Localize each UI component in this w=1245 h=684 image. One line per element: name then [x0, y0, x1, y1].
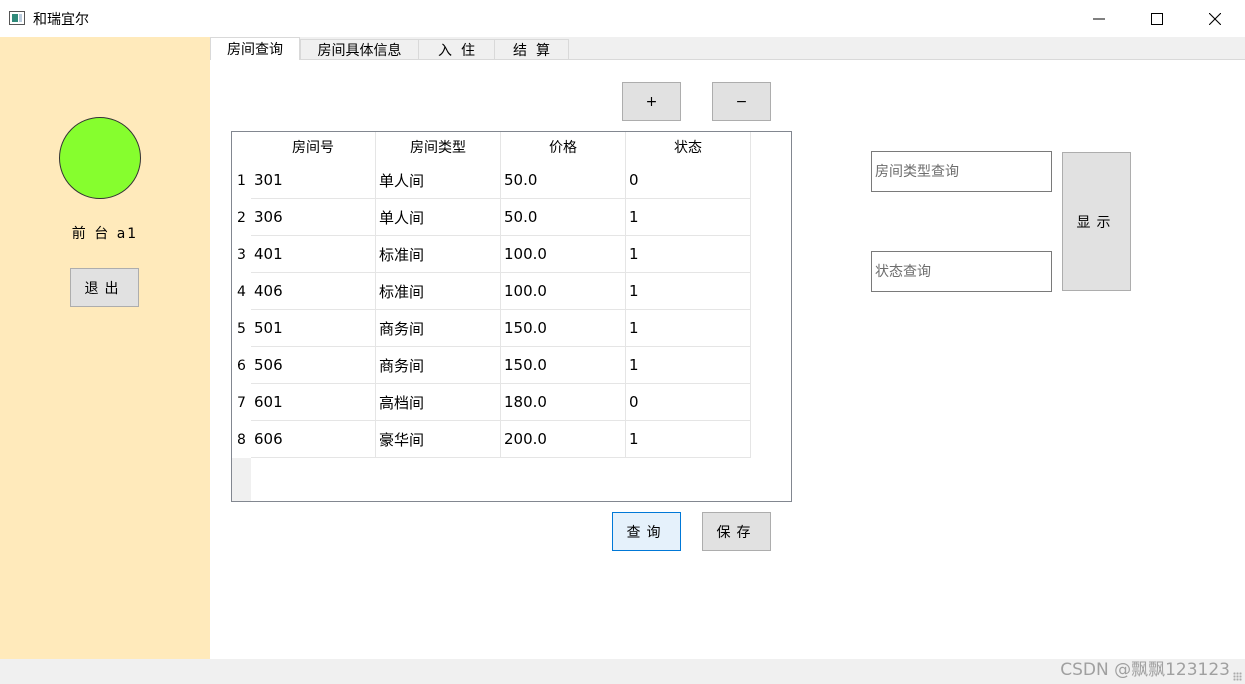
table-cell[interactable]: 商务间 — [376, 347, 501, 384]
table-cell[interactable]: 606 — [251, 421, 376, 458]
user-label: 前 台 a1 — [71, 226, 139, 242]
remove-row-button[interactable]: − — [712, 82, 771, 121]
table-cell[interactable]: 50.0 — [501, 199, 626, 236]
table-cell[interactable]: 标准间 — [376, 236, 501, 273]
tab-room-query[interactable]: 房间查询 — [210, 37, 300, 60]
table-cell[interactable]: 1 — [626, 421, 751, 458]
window-title: 和瑞宜尔 — [33, 12, 89, 28]
row-header[interactable]: 2 — [232, 199, 251, 236]
column-header-price[interactable]: 价格 — [501, 132, 626, 162]
table-cell[interactable]: 301 — [251, 162, 376, 199]
column-header-room-type[interactable]: 房间类型 — [376, 132, 501, 162]
tab-room-details[interactable]: 房间具体信息 — [300, 39, 419, 59]
column-header-status[interactable]: 状态 — [626, 132, 751, 162]
room-table[interactable]: 房间号 房间类型 价格 状态 1 301 单人间 50.0 0 2 306 单人… — [231, 131, 792, 502]
close-icon — [1209, 12, 1221, 25]
table-cell[interactable]: 100.0 — [501, 273, 626, 310]
table-cell[interactable]: 1 — [626, 236, 751, 273]
close-button[interactable] — [1192, 0, 1238, 37]
logout-button[interactable]: 退出 — [70, 268, 139, 307]
row-header[interactable]: 3 — [232, 236, 251, 273]
app-window-icon — [9, 11, 25, 25]
query-button[interactable]: 查询 — [612, 512, 681, 551]
table-cell[interactable]: 1 — [626, 310, 751, 347]
table-cell[interactable]: 0 — [626, 384, 751, 421]
room-type-search-input[interactable] — [871, 151, 1052, 192]
maximize-button[interactable] — [1134, 0, 1180, 37]
table-cell[interactable]: 单人间 — [376, 162, 501, 199]
maximize-icon — [1151, 12, 1163, 25]
row-header[interactable]: 4 — [232, 273, 251, 310]
row-header[interactable]: 5 — [232, 310, 251, 347]
table-cell[interactable]: 豪华间 — [376, 421, 501, 458]
table-cell[interactable]: 180.0 — [501, 384, 626, 421]
row-header[interactable]: 8 — [232, 421, 251, 458]
table-cell[interactable]: 标准间 — [376, 273, 501, 310]
table-corner — [232, 132, 251, 162]
status-search-input[interactable] — [871, 251, 1052, 292]
minimize-icon — [1093, 18, 1105, 19]
tab-bar: 房间查询 房间具体信息 入 住 结 算 — [210, 37, 1245, 60]
table-cell[interactable]: 506 — [251, 347, 376, 384]
row-header[interactable]: 7 — [232, 384, 251, 421]
title-bar: 和瑞宜尔 — [0, 0, 1245, 37]
table-cell[interactable]: 100.0 — [501, 236, 626, 273]
table-cell[interactable]: 50.0 — [501, 162, 626, 199]
table-cell[interactable]: 1 — [626, 347, 751, 384]
table-cell[interactable]: 1 — [626, 273, 751, 310]
resize-grip-icon[interactable] — [1233, 672, 1242, 681]
table-cell[interactable]: 高档间 — [376, 384, 501, 421]
main-window: 和瑞宜尔 前 台 a1 退出 房间查询 房间具体信息 入 住 结 算 + − 房… — [0, 0, 1245, 684]
show-button[interactable]: 显示 — [1062, 152, 1131, 291]
table-cell[interactable]: 150.0 — [501, 347, 626, 384]
row-header[interactable]: 6 — [232, 347, 251, 384]
sidebar: 前 台 a1 退出 — [0, 37, 210, 659]
watermark: CSDN @飘飘123123 — [1060, 660, 1230, 680]
row-header[interactable]: 1 — [232, 162, 251, 199]
tab-checkout[interactable]: 结 算 — [494, 39, 569, 59]
status-indicator — [59, 117, 141, 199]
table-cell[interactable]: 商务间 — [376, 310, 501, 347]
table-cell[interactable]: 150.0 — [501, 310, 626, 347]
table-cell[interactable]: 501 — [251, 310, 376, 347]
save-button[interactable]: 保存 — [702, 512, 771, 551]
table-cell[interactable]: 406 — [251, 273, 376, 310]
table-cell[interactable]: 单人间 — [376, 199, 501, 236]
table-cell[interactable]: 0 — [626, 162, 751, 199]
add-row-button[interactable]: + — [622, 82, 681, 121]
table-cell[interactable]: 200.0 — [501, 421, 626, 458]
column-header-room-number[interactable]: 房间号 — [251, 132, 376, 162]
table-cell[interactable]: 401 — [251, 236, 376, 273]
status-bar — [0, 659, 1245, 684]
minimize-button[interactable] — [1076, 0, 1122, 37]
table-cell[interactable]: 601 — [251, 384, 376, 421]
table-cell[interactable]: 306 — [251, 199, 376, 236]
table-cell[interactable]: 1 — [626, 199, 751, 236]
tab-check-in[interactable]: 入 住 — [418, 39, 495, 59]
